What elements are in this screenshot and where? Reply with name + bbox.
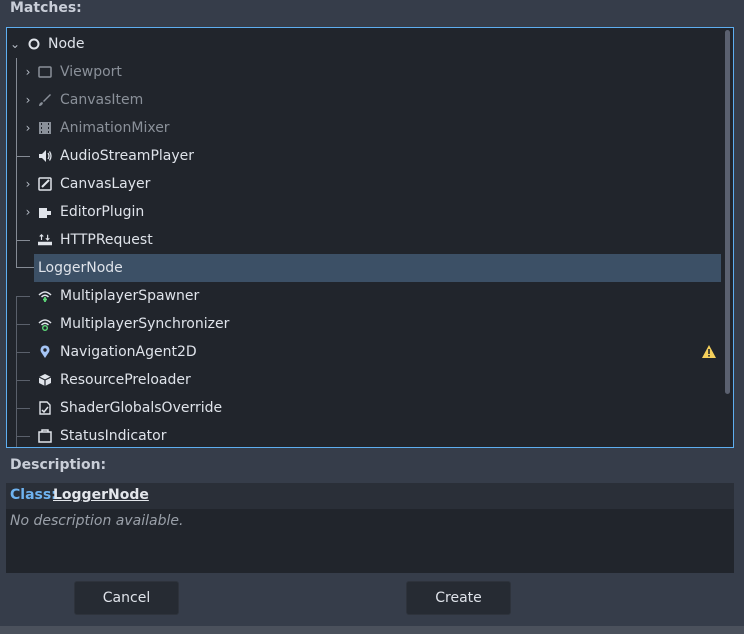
- tree-row-label: CanvasItem: [60, 92, 144, 108]
- warning-icon[interactable]: [701, 344, 717, 360]
- tree-row-statusindicator[interactable]: StatusIndicator: [7, 422, 719, 447]
- tree-row-shaderglobalsoverride[interactable]: ShaderGlobalsOverride: [7, 394, 719, 422]
- status-indicator-icon: [38, 429, 52, 443]
- tree-row-multiplayersynchronizer[interactable]: MultiplayerSynchronizer: [7, 310, 719, 338]
- tree-guide-line: [16, 352, 30, 353]
- chevron-right-icon[interactable]: ›: [22, 64, 34, 80]
- canvas-layer-icon: [38, 177, 52, 191]
- tree-row-editorplugin[interactable]: › EditorPlugin: [7, 198, 719, 226]
- tree-guide-line: [16, 436, 30, 437]
- tree-row-navigationagent2d[interactable]: NavigationAgent2D: [7, 338, 719, 366]
- tree-row-resourcepreloader[interactable]: ResourcePreloader: [7, 366, 719, 394]
- tree-row-label: MultiplayerSpawner: [60, 288, 200, 304]
- tree-row-canvasitem[interactable]: › CanvasItem: [7, 86, 719, 114]
- tree-row-label: NavigationAgent2D: [60, 344, 197, 360]
- tree-row-audiostreamplayer[interactable]: AudioStreamPlayer: [7, 142, 719, 170]
- tree-row-label: MultiplayerSynchronizer: [60, 316, 230, 332]
- tree-row-label: CanvasLayer: [60, 176, 151, 192]
- tree-row-multiplayerspawner[interactable]: MultiplayerSpawner: [7, 282, 719, 310]
- viewport-icon: [38, 65, 52, 79]
- tree-row-label: AnimationMixer: [60, 120, 170, 136]
- tree-row-label: ShaderGlobalsOverride: [60, 400, 223, 416]
- tree-row-node[interactable]: ⌄ Node: [7, 30, 719, 58]
- tree-row-loggernode[interactable]: LoggerNode: [7, 254, 721, 282]
- tree-guide-line: [16, 380, 30, 381]
- tree-guide-line: [16, 240, 30, 241]
- description-header: Class: LoggerNode: [6, 483, 734, 509]
- description-body: No description available.: [6, 509, 734, 573]
- tree-row-label: AudioStreamPlayer: [60, 148, 195, 164]
- tree-row-httprequest[interactable]: HTTPRequest: [7, 226, 719, 254]
- matches-label: Matches:: [10, 0, 82, 16]
- tree-row-label: Viewport: [60, 64, 122, 80]
- tree-row-canvaslayer[interactable]: › CanvasLayer: [7, 170, 719, 198]
- tree-row-label: EditorPlugin: [60, 204, 145, 220]
- tree-row-label: Node: [48, 36, 85, 52]
- tree-row-label: StatusIndicator: [60, 428, 167, 444]
- class-prefix-label: Class:: [10, 487, 57, 503]
- plugin-icon: [38, 205, 52, 219]
- tree-row-label: LoggerNode: [38, 260, 123, 276]
- multiplayer-sync-icon: [38, 317, 52, 331]
- chevron-down-icon[interactable]: ⌄: [9, 36, 21, 52]
- selection-highlight: [34, 254, 721, 282]
- chevron-right-icon[interactable]: ›: [22, 204, 34, 220]
- brush-icon: [38, 93, 52, 107]
- description-label: Description:: [10, 457, 107, 473]
- http-icon: [38, 233, 52, 247]
- tree-guide-line: [16, 324, 30, 325]
- map-pin-icon: [38, 345, 52, 359]
- tree-row-label: HTTPRequest: [60, 232, 153, 248]
- shader-globals-icon: [38, 401, 52, 415]
- bottom-bar: [0, 626, 744, 634]
- circle-node-icon: [27, 37, 41, 51]
- tree-guide-line: [16, 156, 30, 157]
- class-name-link[interactable]: LoggerNode: [53, 487, 149, 503]
- class-tree[interactable]: ⌄ Node › Viewport › CanvasItem › Animati…: [6, 27, 734, 448]
- create-button[interactable]: Create: [406, 581, 511, 615]
- speaker-icon: [38, 149, 52, 163]
- tree-guide-line: [16, 296, 30, 297]
- cube-icon: [38, 373, 52, 387]
- chevron-right-icon[interactable]: ›: [22, 92, 34, 108]
- cancel-button[interactable]: Cancel: [74, 581, 179, 615]
- chevron-right-icon[interactable]: ›: [22, 120, 34, 136]
- tree-guide-line: [16, 408, 30, 409]
- tree-row-label: ResourcePreloader: [60, 372, 191, 388]
- tree-row-viewport[interactable]: › Viewport: [7, 58, 719, 86]
- multiplayer-spawner-icon: [38, 289, 52, 303]
- tree-row-animationmixer[interactable]: › AnimationMixer: [7, 114, 719, 142]
- description-text: No description available.: [10, 513, 184, 529]
- chevron-right-icon[interactable]: ›: [22, 176, 34, 192]
- film-icon: [38, 121, 52, 135]
- tree-scrollbar[interactable]: [725, 30, 730, 394]
